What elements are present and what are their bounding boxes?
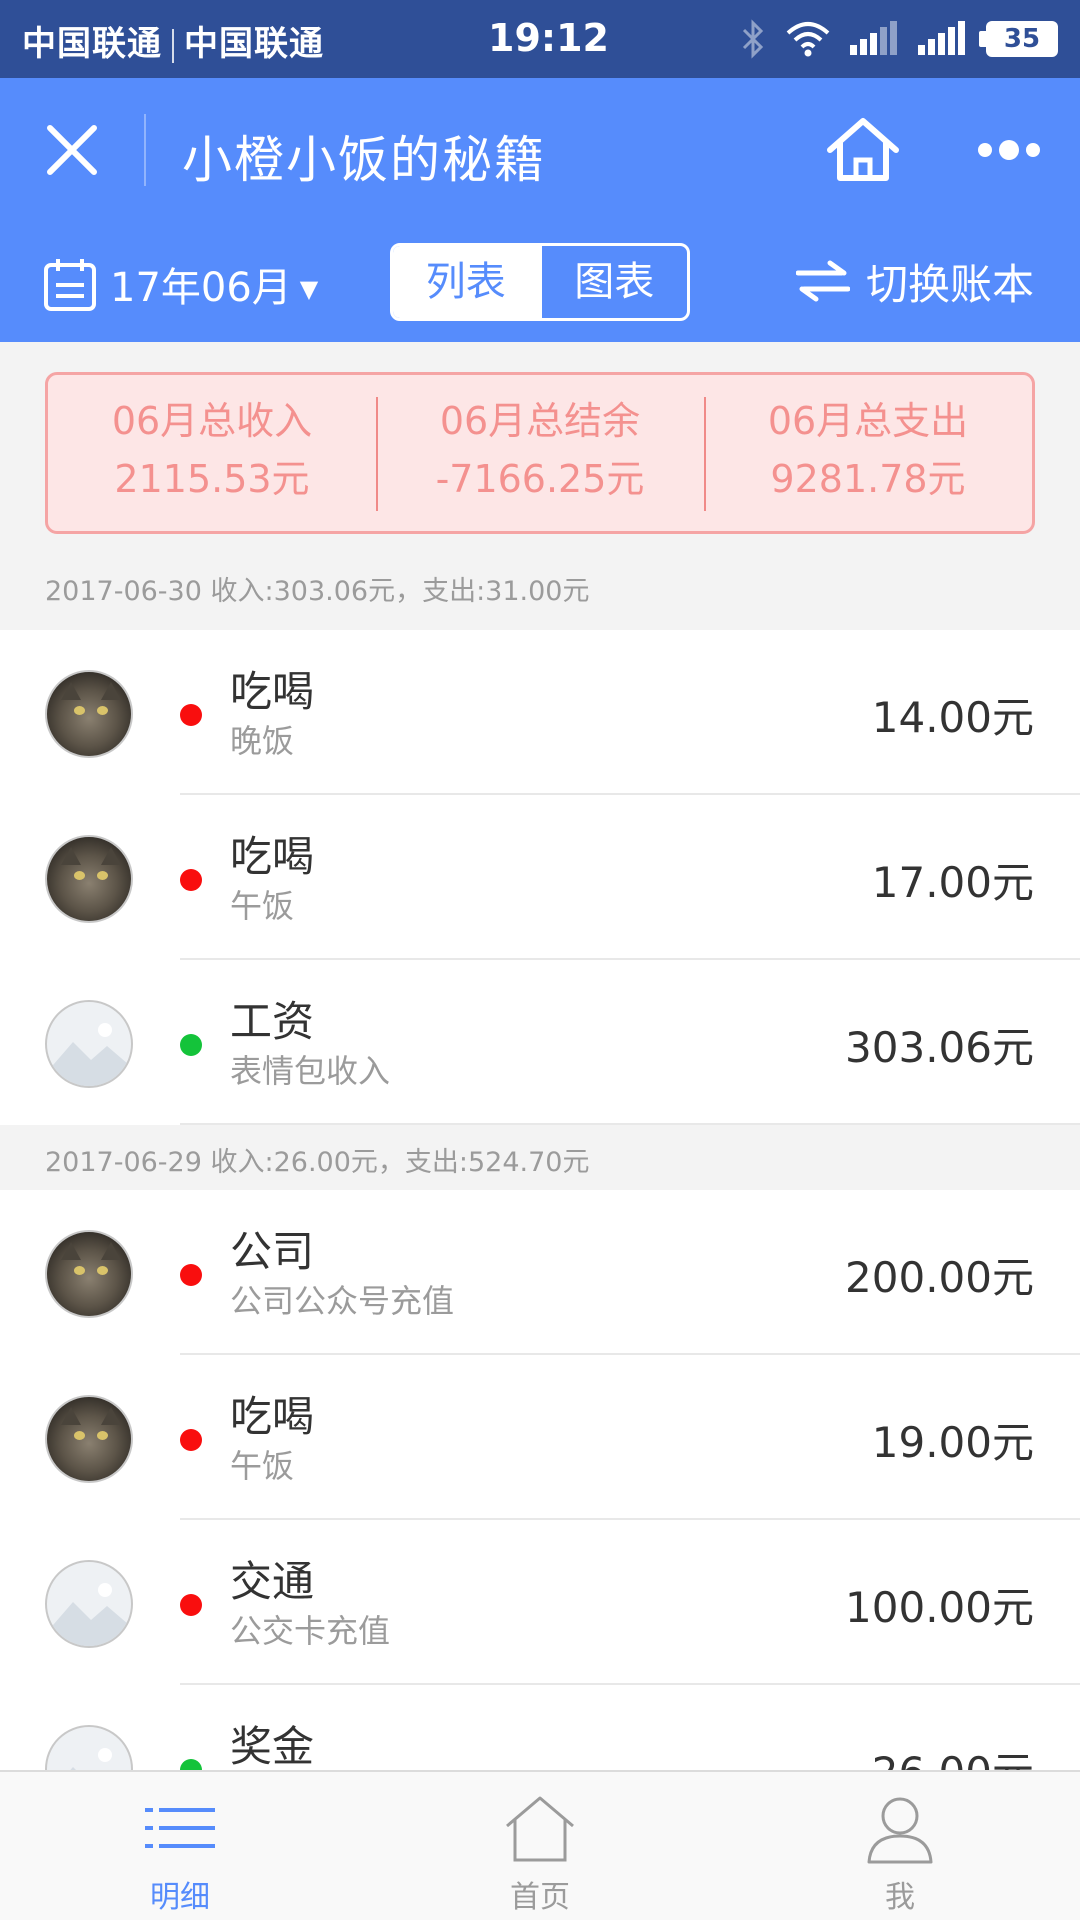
avatar [45,1230,133,1318]
signal-icon [850,21,897,55]
summary-income-value: 2115.53元 [114,457,310,501]
note-label: 公交卡充值 [230,1612,391,1650]
list-item[interactable]: 吃喝 午饭 17.00元 [0,795,1080,960]
note-label: 午饭 [230,1447,295,1485]
amount-label: 100.00元 [845,1583,1034,1632]
signal-icon [918,21,965,55]
category-label: 吃喝 [230,1392,315,1441]
category-label: 工资 [230,997,315,1046]
header: 小橙小饭的秘籍 17年06月 ▼ 列表 图表 切换账本 [0,78,1080,342]
expense-dot [180,869,202,891]
status-icons: 35 [740,14,1058,64]
image-placeholder-icon [47,1023,131,1086]
list-item[interactable]: 吃喝 晚饭 14.00元 [0,630,1080,795]
tab-label: 首页 [510,1880,570,1915]
more-options-icon[interactable] [978,138,1040,162]
amount-label: 14.00元 [871,693,1034,742]
image-placeholder-icon [47,1583,131,1646]
calendar-icon [44,259,96,311]
tab-me[interactable]: 我 [720,1772,1080,1920]
transaction-list: 吃喝 晚饭 14.00元 吃喝 午饭 17.00元 工资 表情包收入 303.0… [0,630,1080,1125]
list-item[interactable]: 吃喝 午饭 19.00元 [0,1355,1080,1520]
amount-label: 200.00元 [845,1253,1034,1302]
month-summary-card: 06月总收入 2115.53元 06月总结余 -7166.25元 06月总支出 … [45,372,1035,534]
avatar [45,1000,133,1088]
close-icon[interactable] [42,120,102,180]
carrier-separator [172,28,174,63]
chevron-down-icon: ▼ [299,275,319,303]
list-item[interactable]: 公司 公司公众号充值 200.00元 [0,1190,1080,1355]
amount-label: 17.00元 [871,858,1034,907]
note-label: 午饭 [230,887,295,925]
category-label: 公司 [230,1227,315,1276]
note-label: 表情包收入 [230,1052,391,1090]
swap-icon [795,260,850,302]
category-label: 吃喝 [230,832,315,881]
tab-label: 明细 [150,1880,210,1915]
avatar [45,1560,133,1648]
summary-balance: 06月总结余 -7166.25元 [376,375,704,531]
transaction-list: 公司 公司公众号充值 200.00元 吃喝 午饭 19.00元 交通 公交卡充值… [0,1190,1080,1850]
category-label: 奖金 [230,1722,315,1771]
switch-book-label: 切换账本 [865,259,1034,309]
month-label: 17年06月 [110,265,292,311]
title-divider [144,114,146,186]
tab-details[interactable]: 明细 [0,1772,360,1920]
income-dot [180,1034,202,1056]
summary-expense-value: 9281.78元 [770,457,966,501]
category-label: 交通 [230,1557,315,1606]
user-icon [867,1797,933,1864]
list-item[interactable]: 工资 表情包收入 303.06元 [0,960,1080,1125]
carrier-label: 中国联通 中国联通 [22,16,324,65]
avatar [45,1395,133,1483]
bluetooth-icon [742,19,764,59]
status-bar: 中国联通 中国联通 19:12 35 [0,0,1080,78]
tab-list[interactable]: 列表 [393,246,539,318]
page-title: 小橙小饭的秘籍 [182,131,546,189]
tab-home[interactable]: 首页 [360,1772,720,1920]
month-picker[interactable]: 17年06月 ▼ [42,254,318,314]
note-label: 公司公众号充值 [230,1282,455,1320]
status-time: 19:12 [488,16,609,60]
carrier-1: 中国联通 [22,24,162,64]
expense-dot [180,704,202,726]
summary-expense-label: 06月总支出 [767,399,969,443]
expense-dot [180,1429,202,1451]
avatar [45,670,133,758]
note-label: 晚饭 [230,722,295,760]
summary-expense: 06月总支出 9281.78元 [704,375,1032,531]
tab-label: 我 [885,1880,915,1915]
battery-icon: 35 [979,21,1058,57]
tab-chart[interactable]: 图表 [538,246,688,318]
view-toggle: 列表 图表 [390,243,690,321]
switch-book-button[interactable]: 切换账本 [795,250,1034,312]
summary-income-label: 06月总收入 [111,399,313,443]
expense-dot [180,1264,202,1286]
expense-dot [180,1594,202,1616]
wifi-icon [786,22,830,57]
avatar [45,835,133,923]
date-group-header: 2017-06-30 收入:303.06元，支出:31.00元 [0,554,1080,630]
bottom-tab-bar: 明细 首页 我 [0,1770,1080,1920]
home-icon[interactable] [826,116,900,184]
summary-balance-label: 06月总结余 [439,399,641,443]
list-item[interactable]: 交通 公交卡充值 100.00元 [0,1520,1080,1685]
summary-income: 06月总收入 2115.53元 [48,375,376,531]
carrier-2: 中国联通 [184,24,324,64]
list-icon [145,1808,215,1848]
amount-label: 303.06元 [845,1023,1034,1072]
amount-label: 19.00元 [871,1418,1034,1467]
category-label: 吃喝 [230,667,315,716]
home-icon [506,1796,574,1862]
summary-balance-value: -7166.25元 [435,457,645,501]
